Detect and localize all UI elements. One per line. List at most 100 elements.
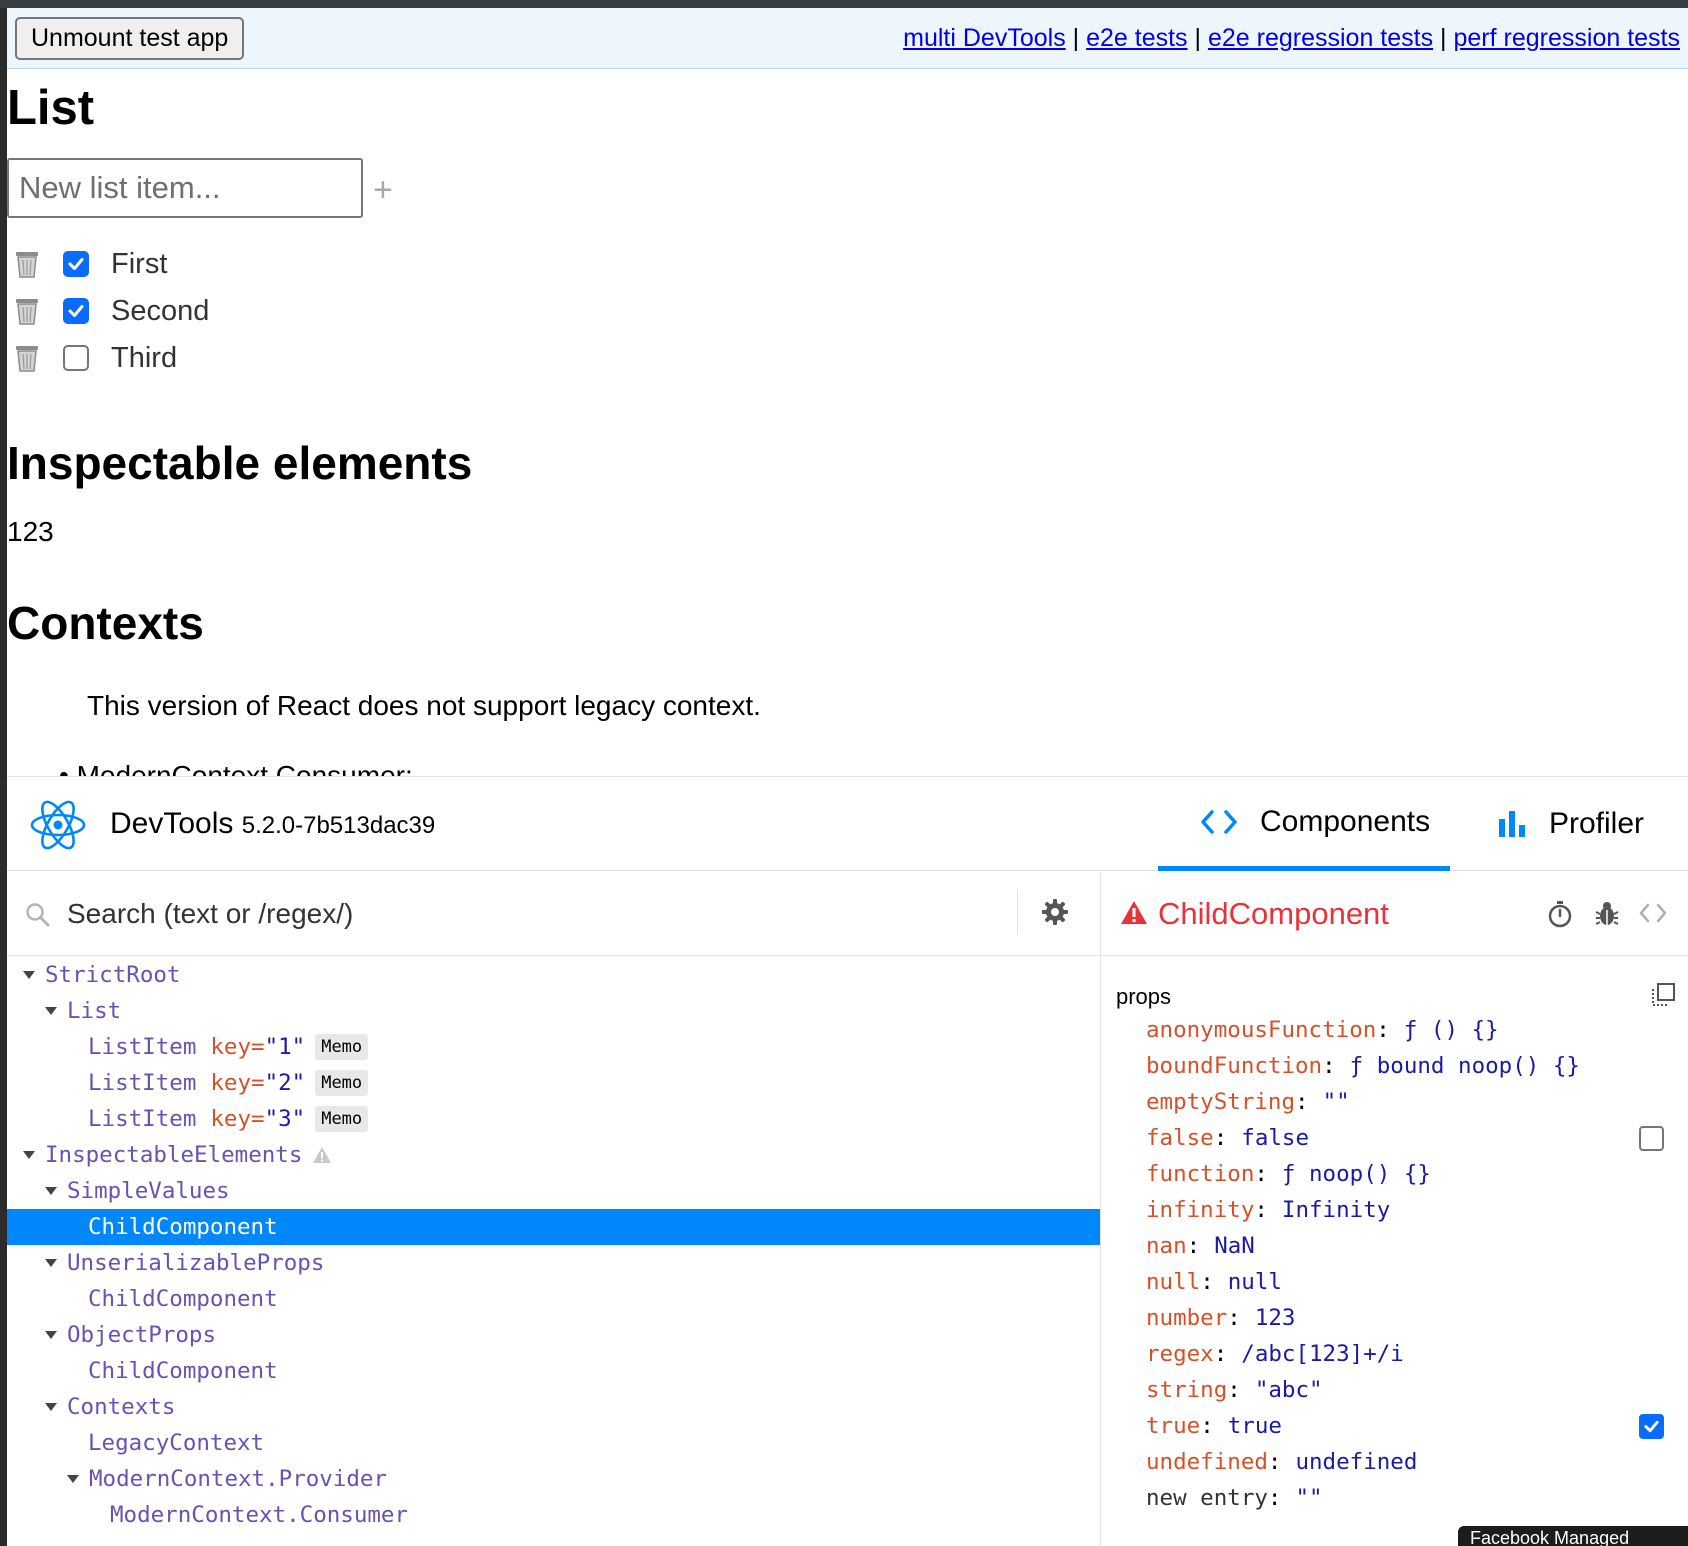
component-tree: StrictRoot List ListItem key= "1" Memo List…	[7, 957, 1100, 1533]
tree-component-name: Contexts	[67, 1394, 176, 1420]
test-app-topbar: Unmount test app multi DevTools | e2e te…	[7, 8, 1688, 69]
expand-arrow-icon[interactable]	[23, 971, 35, 979]
prop-value[interactable]: true	[1228, 1413, 1282, 1439]
prop-row[interactable]: boundFunction: ƒ bound noop() {}	[1146, 1048, 1676, 1084]
view-source-icon[interactable]	[1638, 900, 1668, 926]
prop-value: ƒ () {}	[1403, 1017, 1499, 1043]
tree-row[interactable]: Contexts	[7, 1389, 1100, 1425]
tree-row-selected[interactable]: ChildComponent	[7, 1209, 1100, 1245]
expand-arrow-icon[interactable]	[67, 1475, 79, 1483]
expand-arrow-icon[interactable]	[45, 1187, 57, 1195]
bug-icon[interactable]	[1594, 900, 1620, 928]
prop-row[interactable]: true: true	[1146, 1408, 1676, 1444]
prop-row[interactable]: regex: /abc[123]+/i	[1146, 1336, 1676, 1372]
prop-key: true	[1146, 1413, 1201, 1439]
prop-value[interactable]: false	[1241, 1125, 1309, 1151]
prop-row[interactable]: emptyString: ""	[1146, 1084, 1676, 1120]
link-e2e-regression-tests[interactable]: e2e regression tests	[1208, 24, 1433, 52]
prop-colon: :	[1227, 1377, 1241, 1403]
gear-icon[interactable]	[1041, 898, 1069, 926]
prop-value[interactable]: Infinity	[1282, 1197, 1390, 1223]
tree-row[interactable]: ObjectProps	[7, 1317, 1100, 1353]
tree-key-value: "2"	[264, 1070, 306, 1096]
item-checkbox[interactable]	[63, 251, 89, 277]
trash-icon[interactable]	[13, 296, 41, 326]
prop-value[interactable]: NaN	[1214, 1233, 1255, 1259]
legacy-context-message: This version of React does not support l…	[87, 690, 761, 721]
tab-components[interactable]: Components	[1158, 777, 1450, 871]
trash-icon[interactable]	[13, 343, 41, 373]
item-checkbox[interactable]	[63, 298, 89, 324]
item-label: First	[111, 247, 168, 280]
inspectable-value: 123	[7, 516, 54, 547]
prop-checkbox[interactable]	[1639, 1125, 1664, 1151]
add-item-button[interactable]: +	[373, 171, 393, 210]
tree-row[interactable]: UnserializableProps	[7, 1245, 1100, 1281]
prop-value[interactable]: undefined	[1295, 1449, 1417, 1475]
prop-row[interactable]: anonymousFunction: ƒ () {}	[1146, 1012, 1676, 1048]
unmount-test-app-button[interactable]: Unmount test app	[15, 16, 245, 60]
bar-chart-icon	[1499, 811, 1525, 837]
link-perf-regression-tests[interactable]: perf regression tests	[1454, 24, 1681, 52]
prop-row[interactable]: false: false	[1146, 1120, 1676, 1156]
context-bullet-item: • ModernContext.Consumer:	[59, 760, 413, 776]
prop-colon: :	[1186, 1233, 1201, 1259]
prop-row[interactable]: number:123	[1146, 1300, 1676, 1336]
tree-row[interactable]: StrictRoot	[7, 957, 1100, 993]
prop-value: /abc[123]+/i	[1241, 1341, 1404, 1367]
tree-row[interactable]: List	[7, 993, 1100, 1029]
prop-key: boundFunction	[1146, 1053, 1323, 1079]
stopwatch-icon[interactable]	[1546, 900, 1574, 928]
memo-badge: Memo	[315, 1106, 369, 1132]
expand-arrow-icon[interactable]	[45, 1403, 57, 1411]
selected-component-title: ChildComponent	[1158, 896, 1389, 931]
prop-value[interactable]: ""	[1323, 1089, 1350, 1115]
prop-checkbox[interactable]	[1639, 1413, 1664, 1439]
copy-icon[interactable]	[1650, 982, 1676, 1008]
new-prop-row[interactable]: new entry: ""	[1146, 1480, 1676, 1516]
prop-key: regex	[1146, 1341, 1214, 1367]
link-multi-devtools[interactable]: multi DevTools	[903, 24, 1066, 52]
tab-profiler-label: Profiler	[1549, 807, 1645, 840]
tab-profiler[interactable]: Profiler	[1487, 777, 1644, 871]
prop-value: ƒ bound noop() {}	[1349, 1053, 1580, 1079]
devtools-header: DevTools 5.2.0-7b513dac39 Components Pro…	[7, 777, 1688, 871]
tree-row[interactable]: ListItem key= "1" Memo	[7, 1029, 1100, 1065]
new-prop-value[interactable]: ""	[1295, 1485, 1322, 1511]
search-row	[7, 872, 1100, 956]
tree-row[interactable]: ModernContext.Provider	[7, 1461, 1100, 1497]
prop-row[interactable]: infinity: Infinity	[1146, 1192, 1676, 1228]
prop-row[interactable]: undefined: undefined	[1146, 1444, 1676, 1480]
expand-arrow-icon[interactable]	[45, 1007, 57, 1015]
prop-row[interactable]: function: ƒ noop() {}	[1146, 1156, 1676, 1192]
tree-row[interactable]: InspectableElements	[7, 1137, 1100, 1173]
tree-row[interactable]: ModernContext.Consumer	[7, 1497, 1100, 1533]
new-prop-key[interactable]: new entry	[1146, 1485, 1268, 1511]
prop-colon: :	[1295, 1089, 1309, 1115]
tree-row[interactable]: SimpleValues	[7, 1173, 1100, 1209]
prop-row[interactable]: string: "abc"	[1146, 1372, 1676, 1408]
search-input[interactable]	[67, 888, 1007, 940]
tree-row[interactable]: ChildComponent	[7, 1281, 1100, 1317]
tree-row[interactable]: ListItem key= "2" Memo	[7, 1065, 1100, 1101]
devtools-title-text: DevTools	[110, 807, 234, 840]
expand-arrow-icon[interactable]	[23, 1151, 35, 1159]
prop-colon: :	[1376, 1017, 1390, 1043]
item-checkbox[interactable]	[63, 345, 89, 371]
prop-value[interactable]: null	[1228, 1269, 1282, 1295]
tree-row[interactable]: ListItem key= "3" Memo	[7, 1101, 1100, 1137]
prop-value[interactable]: 123	[1255, 1305, 1296, 1331]
prop-row[interactable]: null: null	[1146, 1264, 1676, 1300]
link-e2e-tests[interactable]: e2e tests	[1086, 24, 1187, 52]
tree-row[interactable]: ChildComponent	[7, 1353, 1100, 1389]
tree-row[interactable]: LegacyContext	[7, 1425, 1100, 1461]
expand-arrow-icon[interactable]	[45, 1259, 57, 1267]
inspectable-elements-heading: Inspectable elements	[7, 437, 473, 489]
new-list-item-input[interactable]	[7, 158, 363, 218]
trash-icon[interactable]	[13, 249, 41, 279]
prop-row[interactable]: nan: NaN	[1146, 1228, 1676, 1264]
link-separator: |	[1194, 23, 1202, 52]
prop-value: ƒ noop() {}	[1281, 1161, 1431, 1187]
expand-arrow-icon[interactable]	[45, 1331, 57, 1339]
prop-value[interactable]: "abc"	[1255, 1377, 1323, 1403]
